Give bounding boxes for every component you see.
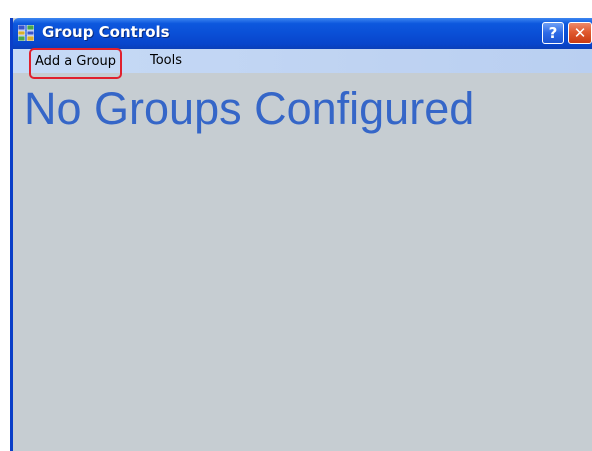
menu-item-add-a-group[interactable]: Add a Group: [29, 48, 122, 79]
help-icon: ?: [548, 24, 558, 42]
menu-item-tools[interactable]: Tools: [150, 49, 182, 73]
group-controls-app-icon: [18, 25, 34, 41]
menu-bar: Add a Group Tools: [13, 48, 592, 79]
close-icon: ✕: [573, 24, 587, 42]
title-bar[interactable]: Group Controls ? ✕: [13, 18, 592, 49]
menu-item-label: Add a Group: [35, 54, 116, 69]
menu-item-label: Tools: [150, 53, 183, 68]
close-button[interactable]: ✕: [568, 22, 592, 44]
empty-state-message: No Groups Configured: [24, 83, 475, 134]
help-button[interactable]: ?: [542, 22, 564, 44]
group-controls-window: Group Controls ? ✕ Add a Group Tools No …: [10, 18, 592, 451]
window-title: Group Controls: [42, 23, 170, 41]
